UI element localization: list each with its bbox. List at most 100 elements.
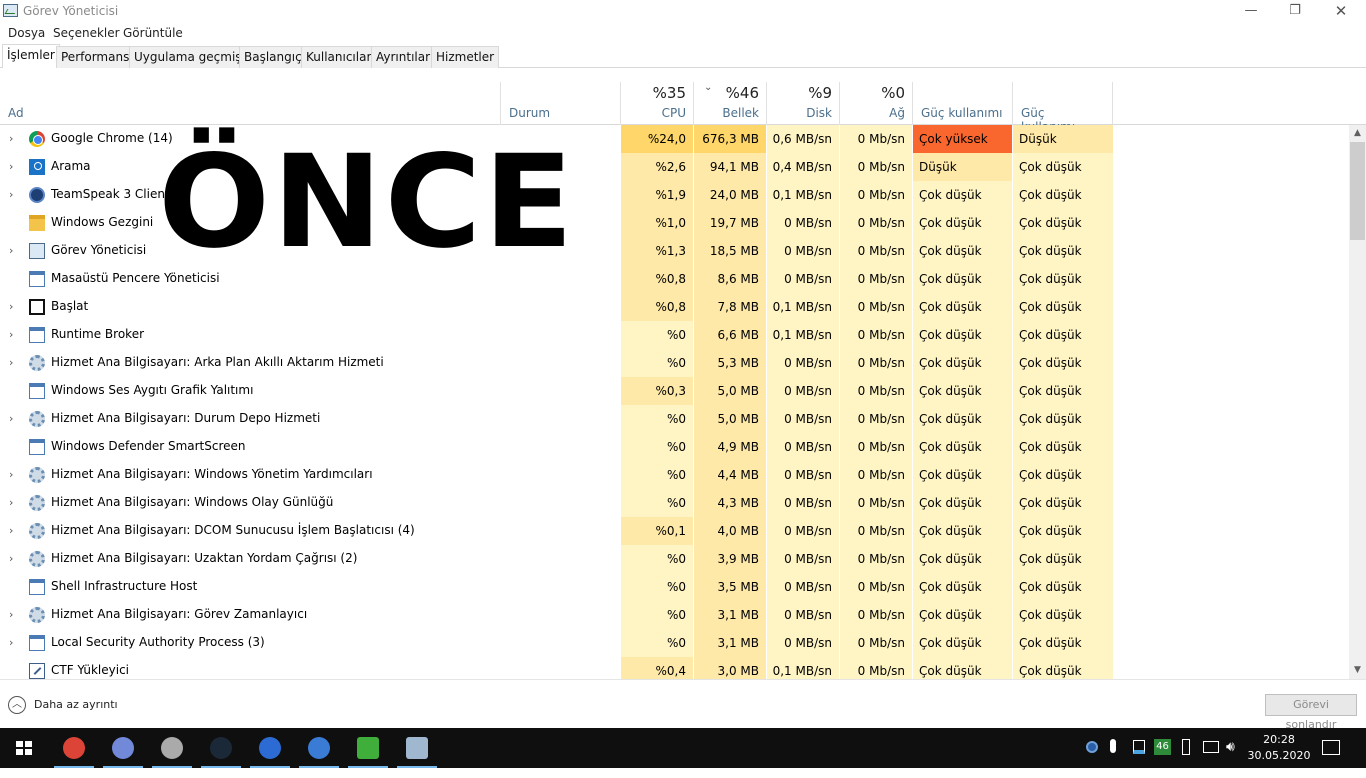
table-row[interactable]: › Runtime Broker %0 6,6 MB 0,1 MB/sn 0 Mb/sn Ç… <box>0 321 1350 349</box>
notification-icon[interactable] <box>1322 740 1340 755</box>
minimize-button[interactable]: — <box>1228 0 1274 22</box>
chevron-right-icon[interactable]: › <box>9 188 19 201</box>
taskbar-app-browser[interactable] <box>295 728 343 768</box>
volume-icon[interactable]: 🔊︎ <box>1226 738 1235 778</box>
table-row[interactable]: Windows Defender SmartScreen %0 4,9 MB 0 MB… <box>0 433 1350 461</box>
taskbar-app-nvidia[interactable] <box>344 728 392 768</box>
tray-monitor-icon[interactable] <box>1133 740 1145 754</box>
chevron-right-icon[interactable]: › <box>9 300 19 313</box>
tab-users[interactable]: Kullanıcılar <box>301 46 377 68</box>
taskbar-app-task-manager[interactable] <box>393 728 441 768</box>
process-name: Hizmet Ana Bilgisayarı: Windows Olay Gün… <box>51 495 334 509</box>
power-cell: Çok düşük <box>912 321 1012 349</box>
gear-icon <box>29 411 45 427</box>
tab-performance[interactable]: Performans <box>56 46 135 68</box>
header-name[interactable]: Ad <box>0 82 500 125</box>
table-row[interactable]: › Başlat %0,8 7,8 MB 0,1 MB/sn 0 Mb/sn Çok düş… <box>0 293 1350 321</box>
network-cell: 0 Mb/sn <box>839 321 912 349</box>
table-row[interactable]: › Hizmet Ana Bilgisayarı: Durum Depo Hizm… <box>0 405 1350 433</box>
clock-time: 20:28 <box>1263 733 1295 746</box>
tab-details[interactable]: Ayrıntılar <box>371 46 436 68</box>
chevron-right-icon[interactable]: › <box>9 356 19 369</box>
table-row[interactable]: › Hizmet Ana Bilgisayarı: DCOM Sunucusu İ… <box>0 517 1350 545</box>
chevron-right-icon[interactable]: › <box>9 244 19 257</box>
tab-services[interactable]: Hizmetler <box>431 46 500 68</box>
footer-bar: ︿ Daha az ayrıntı Görevi sonlandır <box>0 679 1366 731</box>
table-row[interactable]: Shell Infrastructure Host %0 3,5 MB 0 MB/sn… <box>0 573 1350 601</box>
taskbar-app-steam[interactable] <box>197 728 245 768</box>
header-power[interactable]: Güç kullanımı <box>912 82 1012 125</box>
menu-file[interactable]: Dosya <box>8 26 45 40</box>
end-task-button[interactable]: Görevi sonlandır <box>1265 694 1357 731</box>
steam-icon <box>210 737 232 759</box>
power-trend-cell: Çok düşük <box>1012 209 1113 237</box>
cpu-cell: %0,1 <box>620 517 693 545</box>
taskbar-app-discord[interactable] <box>99 728 147 768</box>
tab-startup[interactable]: Başlangıç <box>239 46 307 68</box>
chevron-right-icon[interactable]: › <box>9 328 19 341</box>
tab-bar: İşlemler Performans Uygulama geçmişi Baş… <box>0 42 1366 69</box>
scroll-thumb[interactable] <box>1350 142 1365 240</box>
battery-icon[interactable] <box>1182 739 1190 755</box>
taskbar-app-teamspeak[interactable] <box>246 728 294 768</box>
tray-app-icon[interactable] <box>1086 741 1098 753</box>
chevron-right-icon[interactable]: › <box>9 412 19 425</box>
memory-cell: 5,0 MB <box>693 377 766 405</box>
menu-view[interactable]: Görüntüle <box>123 26 183 40</box>
tray-badge[interactable]: 46 <box>1154 739 1171 755</box>
cpu-cell: %0 <box>620 433 693 461</box>
network-cell: 0 Mb/sn <box>839 153 912 181</box>
process-name: CTF Yükleyici <box>51 663 130 677</box>
microphone-icon[interactable] <box>1110 739 1116 753</box>
power-trend-cell: Çok düşük <box>1012 545 1113 573</box>
header-power-trend[interactable]: Güç kullanımı... <box>1012 82 1113 134</box>
chevron-right-icon[interactable]: › <box>9 524 19 537</box>
chevron-up-icon[interactable]: ︿ <box>8 696 26 714</box>
network-cell: 0 Mb/sn <box>839 293 912 321</box>
table-row[interactable]: › Hizmet Ana Bilgisayarı: Windows Yönetim… <box>0 461 1350 489</box>
network-icon[interactable] <box>1203 741 1219 753</box>
menu-options[interactable]: Seçenekler <box>53 26 120 40</box>
power-cell: Çok düşük <box>912 657 1012 679</box>
taskbar-app-chrome[interactable] <box>50 728 98 768</box>
maximize-button[interactable]: ❐ <box>1272 0 1318 22</box>
cpu-cell: %0 <box>620 573 693 601</box>
taskbar-app-obs[interactable] <box>148 728 196 768</box>
start-button[interactable] <box>0 728 48 768</box>
fewer-details-link[interactable]: Daha az ayrıntı <box>34 698 118 711</box>
tab-processes[interactable]: İşlemler <box>2 44 60 69</box>
clock[interactable]: 20:28 30.05.2020 <box>1243 732 1315 764</box>
header-memory-total: %46 <box>725 84 759 102</box>
start-icon <box>29 299 45 315</box>
disk-cell: 0,4 MB/sn <box>766 153 839 181</box>
header-memory[interactable]: %46 Bellek <box>693 82 766 125</box>
header-cpu[interactable]: %35 CPU <box>620 82 693 125</box>
tab-app-history[interactable]: Uygulama geçmişi <box>129 46 250 68</box>
chevron-right-icon[interactable]: › <box>9 636 19 649</box>
chevron-right-icon[interactable]: › <box>9 608 19 621</box>
power-trend-cell: Düşük <box>1012 125 1113 153</box>
network-cell: 0 Mb/sn <box>839 657 912 679</box>
table-row[interactable]: Windows Ses Aygıtı Grafik Yalıtımı %0,3 5,… <box>0 377 1350 405</box>
header-disk[interactable]: %9 Disk <box>766 82 839 125</box>
scroll-down-icon[interactable]: ▼ <box>1349 662 1366 679</box>
table-row[interactable]: › Local Security Authority Process (3) %0 3… <box>0 629 1350 657</box>
chevron-right-icon[interactable]: › <box>9 132 19 145</box>
search-icon <box>29 159 45 175</box>
table-row[interactable]: › Hizmet Ana Bilgisayarı: Arka Plan Akıll… <box>0 349 1350 377</box>
chevron-right-icon[interactable]: › <box>9 496 19 509</box>
table-row[interactable]: CTF Yükleyici %0,4 3,0 MB 0,1 MB/sn 0 Mb/sn Ç… <box>0 657 1350 679</box>
chevron-right-icon[interactable]: › <box>9 552 19 565</box>
power-trend-cell: Çok düşük <box>1012 517 1113 545</box>
scroll-up-icon[interactable]: ▲ <box>1349 125 1366 142</box>
chevron-right-icon[interactable]: › <box>9 468 19 481</box>
table-row[interactable]: › Hizmet Ana Bilgisayarı: Görev Zamanlayı… <box>0 601 1350 629</box>
table-row[interactable]: › Hizmet Ana Bilgisayarı: Uzaktan Yordam … <box>0 545 1350 573</box>
header-status-label: Durum <box>509 106 551 120</box>
vertical-scrollbar[interactable]: ▲ ▼ <box>1349 125 1366 679</box>
chevron-right-icon[interactable]: › <box>9 160 19 173</box>
close-button[interactable]: ✕ <box>1318 0 1364 22</box>
header-network[interactable]: %0 Ağ <box>839 82 912 125</box>
header-status[interactable]: Durum <box>500 82 620 125</box>
table-row[interactable]: › Hizmet Ana Bilgisayarı: Windows Olay Gü… <box>0 489 1350 517</box>
